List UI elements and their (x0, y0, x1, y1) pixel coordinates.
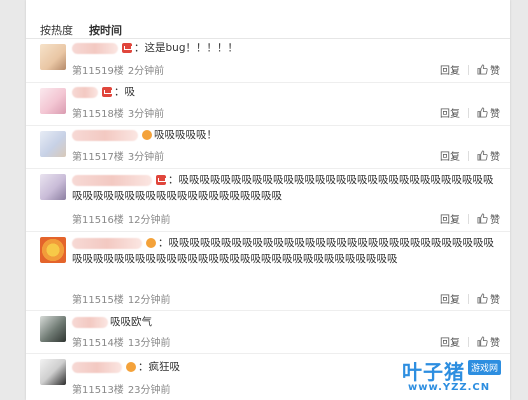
floor-number: 第11513楼 (72, 385, 124, 396)
avatar[interactable] (40, 44, 66, 70)
like-button[interactable]: 赞 (477, 62, 500, 77)
comment-actions: 回复 赞 (440, 211, 500, 226)
thumbs-up-icon (477, 150, 488, 161)
comment-text: ：这是bug！！！！！ (134, 42, 238, 54)
vip-badge-icon (102, 87, 112, 97)
floor-number: 第11516楼 (72, 215, 124, 226)
comment-actions: 回复 赞 (440, 62, 500, 77)
comment-time: 3分钟前 (127, 109, 165, 120)
watermark-url: www.YZZ.CN (408, 382, 491, 393)
like-label: 赞 (490, 66, 500, 77)
vip-badge-icon (122, 43, 132, 53)
comment-meta: 第11517楼 3分钟前 (72, 148, 164, 163)
comment-meta: 第11513楼 23分钟前 (72, 381, 171, 396)
comment-time: 13分钟前 (127, 338, 171, 349)
comment-meta: 第11515楼 12分钟前 (72, 291, 171, 306)
floor-number: 第11517楼 (72, 152, 124, 163)
like-label: 赞 (490, 215, 500, 226)
thumbs-up-icon (477, 213, 488, 224)
comment-meta: 第11518楼 3分钟前 (72, 105, 164, 120)
comment-text: 吸吸欧气 (110, 316, 152, 328)
comment-actions: 回复 赞 (440, 291, 500, 306)
sort-bar: 按热度 按时间 (40, 22, 122, 38)
action-separator (468, 150, 469, 161)
watermark-name: 叶子猪 (402, 360, 465, 384)
comment-actions: 回复 赞 (440, 334, 500, 349)
vip-badge-icon (156, 175, 166, 185)
comment-meta: 第11514楼 13分钟前 (72, 334, 171, 349)
comment-text: 吸吸吸吸吸！ (154, 129, 217, 141)
comment-item: ：这是bug！！！！！ 第11519楼 2分钟前 回复 赞 (26, 39, 510, 83)
like-button[interactable]: 赞 (477, 148, 500, 163)
username[interactable] (72, 361, 122, 373)
action-separator (468, 64, 469, 75)
like-button[interactable]: 赞 (477, 105, 500, 120)
username[interactable] (72, 86, 98, 98)
like-label: 赞 (490, 338, 500, 349)
watermark-tag: 游戏网 (468, 360, 502, 375)
avatar[interactable] (40, 88, 66, 114)
thumbs-up-icon (477, 336, 488, 347)
sort-by-time-tab[interactable]: 按时间 (89, 22, 122, 38)
thumbs-up-icon (477, 64, 488, 75)
crown-badge-icon (146, 238, 156, 248)
username[interactable] (72, 42, 118, 54)
reply-button[interactable]: 回复 (440, 211, 460, 226)
comment-item: ：吸吸吸吸吸吸吸吸吸吸吸吸吸吸吸吸吸吸吸吸吸吸吸吸吸吸吸吸吸吸吸吸吸吸吸吸吸吸吸… (26, 232, 510, 311)
comment-time: 2分钟前 (127, 66, 165, 77)
floor-number: 第11515楼 (72, 295, 124, 306)
comment-time: 12分钟前 (127, 215, 171, 226)
comment-item: 吸吸欧气 第11514楼 13分钟前 回复 赞 (26, 311, 510, 354)
avatar[interactable] (40, 174, 66, 200)
sort-by-hot-tab[interactable]: 按热度 (40, 22, 73, 38)
reply-button[interactable]: 回复 (440, 291, 460, 306)
crown-badge-icon (126, 362, 136, 372)
crown-badge-icon (142, 130, 152, 140)
floor-number: 第11518楼 (72, 109, 124, 120)
thumbs-up-icon (477, 107, 488, 118)
action-separator (468, 293, 469, 304)
floor-number: 第11519楼 (72, 66, 124, 77)
comment-actions: 回复 赞 (440, 148, 500, 163)
comment-item: 吸吸吸吸吸！ 第11517楼 3分钟前 回复 赞 (26, 126, 510, 169)
like-label: 赞 (490, 109, 500, 120)
reply-button[interactable]: 回复 (440, 105, 460, 120)
avatar[interactable] (40, 316, 66, 342)
floor-number: 第11514楼 (72, 338, 124, 349)
like-label: 赞 (490, 152, 500, 163)
reply-button[interactable]: 回复 (440, 148, 460, 163)
comment-meta: 第11519楼 2分钟前 (72, 62, 164, 77)
avatar[interactable] (40, 131, 66, 157)
comment-actions: 回复 赞 (440, 105, 500, 120)
like-button[interactable]: 赞 (477, 291, 500, 306)
comment-text: ：吸 (114, 86, 135, 98)
thumbs-up-icon (477, 293, 488, 304)
username[interactable] (72, 174, 152, 186)
action-separator (468, 107, 469, 118)
comment-panel: 按热度 按时间 ：这是bug！！！！！ 第11519楼 2分钟前 回复 赞 ：吸… (26, 0, 510, 400)
watermark-logo: 叶子猪 游戏网 www.YZZ.CN (402, 356, 512, 398)
like-button[interactable]: 赞 (477, 211, 500, 226)
username[interactable] (72, 129, 138, 141)
comment-time: 23分钟前 (127, 385, 171, 396)
avatar[interactable] (40, 359, 66, 385)
avatar[interactable] (40, 237, 66, 263)
reply-button[interactable]: 回复 (440, 334, 460, 349)
comment-item: ：吸吸吸吸吸吸吸吸吸吸吸吸吸吸吸吸吸吸吸吸吸吸吸吸吸吸吸吸吸吸吸吸吸吸吸吸吸吸吸… (26, 169, 510, 232)
comment-meta: 第11516楼 12分钟前 (72, 211, 171, 226)
comment-time: 3分钟前 (127, 152, 165, 163)
comment-text: ：疯狂吸 (138, 361, 180, 373)
reply-button[interactable]: 回复 (440, 62, 460, 77)
page-background: 按热度 按时间 ：这是bug！！！！！ 第11519楼 2分钟前 回复 赞 ：吸… (0, 0, 528, 400)
action-separator (468, 336, 469, 347)
username[interactable] (72, 237, 142, 249)
action-separator (468, 213, 469, 224)
username[interactable] (72, 316, 108, 328)
comment-item: ：吸 第11518楼 3分钟前 回复 赞 (26, 83, 510, 126)
like-label: 赞 (490, 295, 500, 306)
comment-time: 12分钟前 (127, 295, 171, 306)
like-button[interactable]: 赞 (477, 334, 500, 349)
